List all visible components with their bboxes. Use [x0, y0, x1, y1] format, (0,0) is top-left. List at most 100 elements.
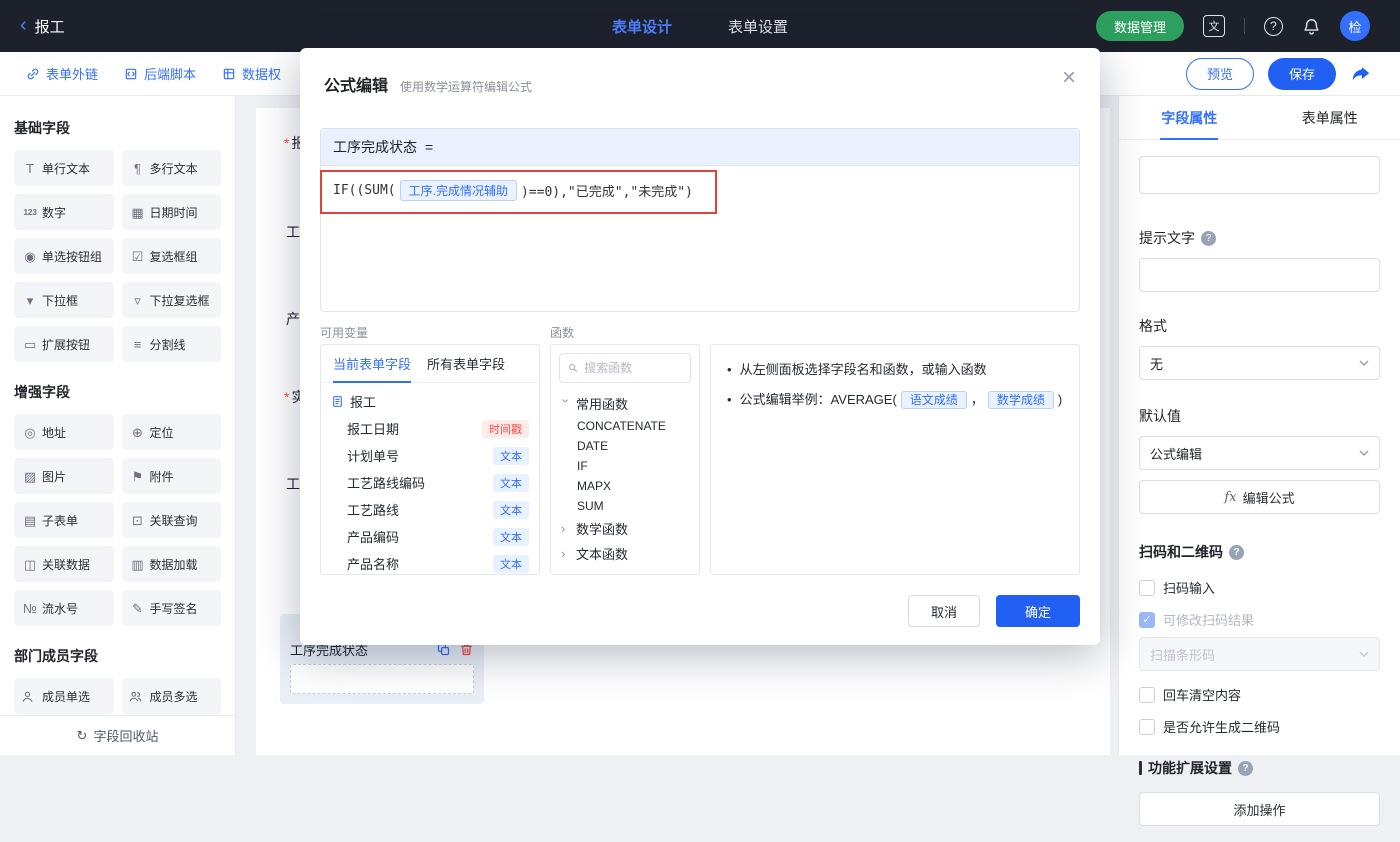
default-value-select[interactable]: 公式编辑 — [1139, 436, 1380, 470]
field-item-attachment[interactable]: ⚑附件 — [122, 458, 222, 494]
formula-prefix: IF((SUM( — [333, 183, 396, 198]
field-item-dropdown-multi[interactable]: ▿下拉复选框 — [122, 282, 222, 318]
hint-text-input[interactable] — [1139, 258, 1380, 292]
field-item-data-load[interactable]: ▥数据加载 — [122, 546, 222, 582]
field-item-number[interactable]: 123数字 — [14, 194, 114, 230]
variable-item[interactable]: 计划单号文本 — [321, 442, 539, 469]
field-item-signature[interactable]: ✎手写签名 — [122, 590, 222, 626]
field-item-member-multi[interactable]: 成员多选 — [122, 678, 222, 714]
add-operation-button[interactable]: 添加操作 — [1139, 792, 1380, 826]
extension-help-icon[interactable]: ? — [1238, 761, 1253, 776]
variable-item[interactable]: 产品名称文本 — [321, 550, 539, 575]
tab-form-properties[interactable]: 表单属性 — [1260, 96, 1400, 139]
subform-icon: ▤ — [21, 514, 39, 527]
field-item-divider[interactable]: ≡分割线 — [122, 326, 222, 362]
related-data-icon: ◫ — [21, 558, 39, 571]
field-item-location[interactable]: ⊕定位 — [122, 414, 222, 450]
tab-current-form-fields[interactable]: 当前表单字段 — [333, 345, 411, 382]
formula-editor[interactable]: IF((SUM( 工序.完成情况辅助 )==0),"已完成","未完成") — [321, 165, 1079, 311]
enhanced-fields-grid: ◎地址 ⊕定位 ▨图片 ⚑附件 ▤子表单 ⊡关联查询 ◫关联数据 ▥数据加载 №… — [14, 414, 221, 626]
data-permission-button[interactable]: 数据权 — [222, 64, 281, 83]
field-item-member-single[interactable]: 成员单选 — [14, 678, 114, 714]
field-item-checkbox-group[interactable]: ☑复选框组 — [122, 238, 222, 274]
checkbox-allow-qr[interactable]: 是否允许生成二维码 — [1139, 717, 1380, 736]
function-group-math[interactable]: › 数学函数 — [551, 516, 699, 541]
section-title-member-fields: 部门成员字段 — [14, 646, 221, 666]
variable-item[interactable]: 产品编码文本 — [321, 523, 539, 550]
checkbox-scan-input[interactable]: 扫码输入 — [1139, 578, 1380, 597]
back-button[interactable]: ‹ 报工 — [20, 16, 65, 37]
equals-sign: = — [425, 139, 433, 155]
field-item-label: 复选框组 — [150, 248, 198, 265]
field-item-extend-button[interactable]: ▭扩展按钮 — [14, 326, 114, 362]
help-icon[interactable]: ? — [1264, 17, 1283, 36]
tab-form-design[interactable]: 表单设计 — [612, 16, 672, 37]
field-recycle-bin[interactable]: ↻ 字段回收站 — [0, 715, 235, 755]
field-item-dropdown[interactable]: ▾下拉框 — [14, 282, 114, 318]
modal-subtitle: 使用数学运算符编辑公式 — [400, 78, 532, 95]
type-badge: 文本 — [493, 555, 529, 573]
tab-field-properties[interactable]: 字段属性 — [1119, 96, 1260, 139]
field-item-related-query[interactable]: ⊡关联查询 — [122, 502, 222, 538]
variables-tree-root[interactable]: 报工 — [321, 383, 539, 415]
function-item[interactable]: SUM — [551, 496, 699, 516]
field-item-address[interactable]: ◎地址 — [14, 414, 114, 450]
toolbar-link-label: 后端脚本 — [144, 64, 196, 83]
variable-item[interactable]: 报工日期时间戳 — [321, 415, 539, 442]
backend-script-button[interactable]: 后端脚本 — [124, 64, 196, 83]
function-search-input[interactable] — [584, 361, 682, 375]
tab-all-form-fields[interactable]: 所有表单字段 — [427, 345, 505, 382]
chevron-right-icon: › — [560, 399, 573, 409]
function-group-text[interactable]: › 文本函数 — [551, 541, 699, 566]
data-manage-button[interactable]: 数据管理 — [1096, 11, 1184, 41]
function-item[interactable]: IF — [551, 456, 699, 476]
checkbox-enter-clear[interactable]: 回车清空内容 — [1139, 685, 1380, 704]
bell-icon[interactable] — [1302, 17, 1321, 36]
variables-panel: 当前表单字段 所有表单字段 报工 报工日期时间戳 计划单号文本 工艺路线编码文本… — [320, 344, 540, 575]
avatar[interactable]: 检 — [1340, 11, 1370, 41]
serial-number-icon: № — [21, 602, 39, 615]
checkbox-label: 扫码输入 — [1163, 578, 1215, 597]
edit-formula-button[interactable]: fx 编辑公式 — [1139, 480, 1380, 514]
format-label: 格式 — [1139, 316, 1380, 336]
scan-help-icon[interactable]: ? — [1229, 545, 1244, 560]
field-label-fragment: 产 — [284, 309, 300, 329]
function-item[interactable]: DATE — [551, 436, 699, 456]
translate-icon[interactable]: 文 — [1203, 15, 1225, 37]
field-item-serial-number[interactable]: №流水号 — [14, 590, 114, 626]
field-item-image[interactable]: ▨图片 — [14, 458, 114, 494]
hint-help-icon[interactable]: ? — [1201, 231, 1216, 246]
field-item-single-line-text[interactable]: T单行文本 — [14, 150, 114, 186]
field-item-multi-line-text[interactable]: ¶多行文本 — [122, 150, 222, 186]
function-group-common[interactable]: › 常用函数 — [551, 391, 699, 416]
field-item-related-data[interactable]: ◫关联数据 — [14, 546, 114, 582]
field-value-input[interactable] — [1139, 156, 1380, 194]
button-icon: ▭ — [21, 338, 39, 351]
field-item-subform[interactable]: ▤子表单 — [14, 502, 114, 538]
field-item-datetime[interactable]: ▦日期时间 — [122, 194, 222, 230]
back-chevron-icon: ‹ — [20, 15, 27, 35]
variable-item[interactable]: 工艺路线文本 — [321, 496, 539, 523]
format-select[interactable]: 无 — [1139, 346, 1380, 380]
form-external-link-button[interactable]: 表单外链 — [26, 64, 98, 83]
tab-form-settings[interactable]: 表单设置 — [728, 16, 788, 37]
field-item-radio-group[interactable]: ◉单选按钮组 — [14, 238, 114, 274]
hint-text-label: 提示文字 ? — [1139, 228, 1380, 248]
confirm-button[interactable]: 确定 — [996, 595, 1080, 627]
preview-button[interactable]: 预览 — [1186, 58, 1254, 90]
save-button[interactable]: 保存 — [1268, 58, 1336, 90]
cancel-button[interactable]: 取消 — [908, 595, 980, 627]
grid-icon — [222, 67, 236, 81]
function-item[interactable]: MAPX — [551, 476, 699, 496]
field-label-fragment: 工 — [284, 474, 300, 494]
share-icon[interactable] — [1350, 63, 1372, 85]
person-icon — [21, 690, 39, 703]
chevron-down-icon — [1359, 450, 1369, 456]
function-item[interactable]: CONCATENATE — [551, 416, 699, 436]
function-search[interactable] — [559, 353, 691, 383]
field-token-chip: 工序.完成情况辅助 — [400, 180, 517, 201]
variable-item[interactable]: 工艺路线编码文本 — [321, 469, 539, 496]
modal-header: 公式编辑 使用数学运算符编辑公式 — [300, 48, 1100, 110]
search-icon — [568, 362, 578, 374]
close-icon[interactable]: × — [1062, 66, 1076, 90]
